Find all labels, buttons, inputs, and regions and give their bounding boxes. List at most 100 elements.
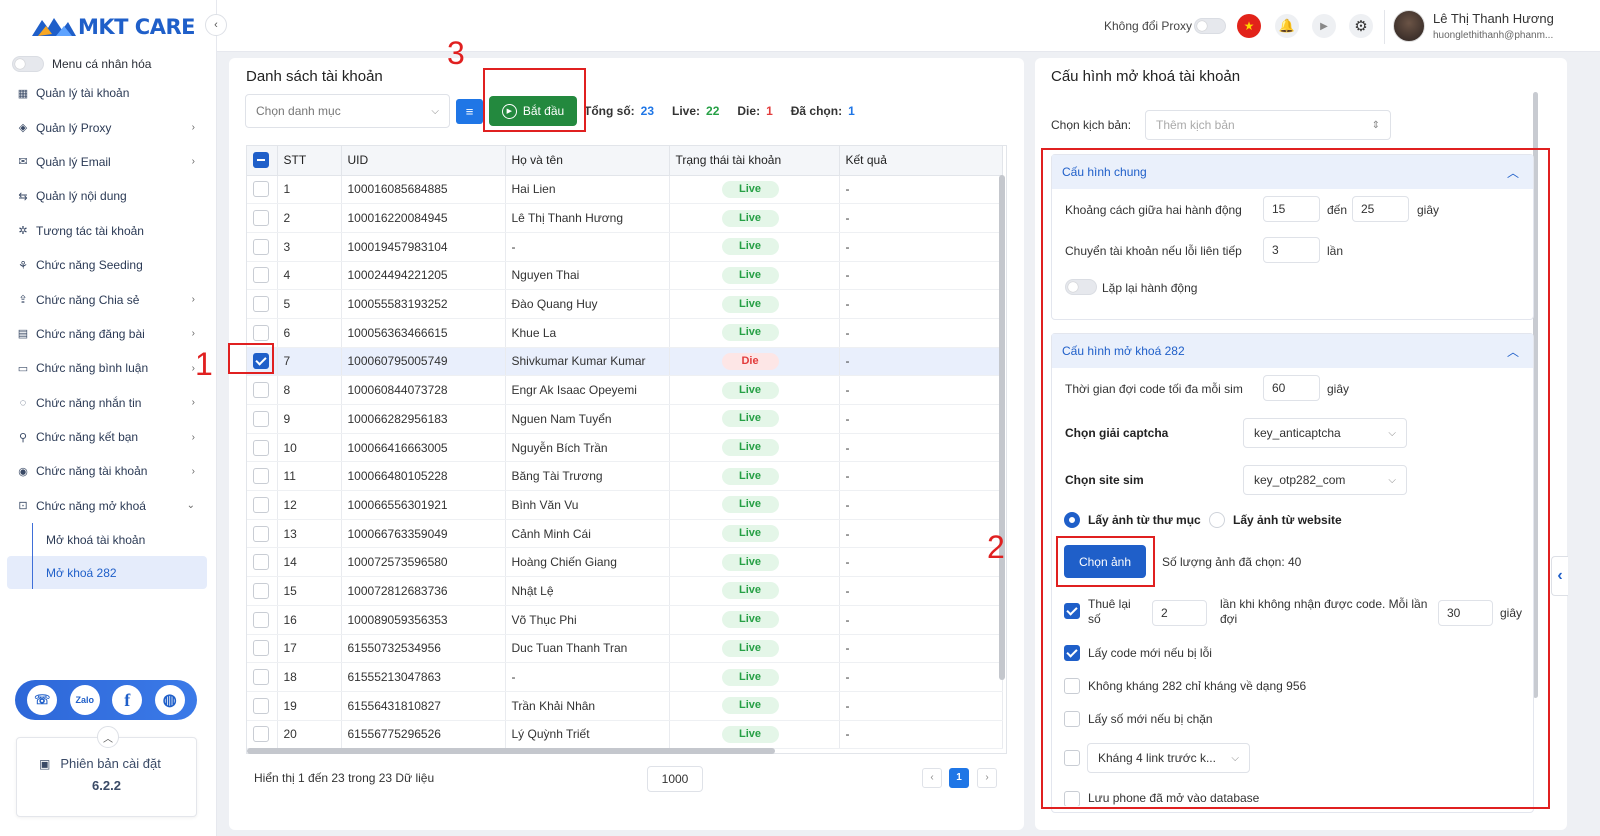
row-checkbox[interactable] [253, 669, 269, 686]
start-button[interactable]: ▶ Bắt đầu [489, 96, 577, 126]
row-checkbox[interactable] [253, 554, 269, 571]
row-checkbox[interactable] [253, 439, 269, 456]
row-checkbox[interactable] [253, 382, 269, 399]
row-checkbox[interactable] [253, 611, 269, 628]
table-row[interactable]: 2 100016220084945 Lê Thị Thanh Hương Live - [247, 203, 1003, 233]
proxy-toggle[interactable] [1194, 18, 1226, 34]
row-checkbox[interactable] [253, 496, 269, 513]
row-checkbox[interactable] [253, 267, 269, 284]
globe-icon[interactable]: ◍ [154, 685, 185, 715]
delay-to-input[interactable]: 25 [1352, 196, 1409, 222]
column-header[interactable]: Họ và tên [505, 146, 670, 176]
table-row[interactable]: 15 100072812683736 Nhật Lệ Live - [247, 576, 1003, 606]
table-row[interactable]: 8 100060844073728 Engr Ak Isaac Opeyemi Liv… [247, 375, 1003, 405]
table-row[interactable]: 13 100066763359049 Cảnh Minh Cái Live - [247, 519, 1003, 549]
column-header[interactable]: UID [341, 146, 506, 176]
sidebar-item[interactable]: ▭ Chức năng bình luận › [0, 351, 217, 385]
wait-code-input[interactable]: 60 [1263, 375, 1320, 401]
play-icon[interactable]: ▶ [1312, 14, 1336, 38]
personal-menu-toggle[interactable] [12, 56, 44, 72]
row-checkbox[interactable] [253, 210, 269, 227]
link-checkbox[interactable] [1064, 750, 1080, 766]
table-row[interactable]: 14 100072573596580 Hoàng Chiến Giang Live - [247, 547, 1003, 578]
table-row[interactable]: 3 100019457983104- Live - [247, 232, 1003, 262]
sidebar-subitem[interactable]: Mở khoá 282 [7, 556, 207, 590]
page-button-current[interactable]: 1 [949, 768, 969, 788]
sidebar-item[interactable]: ⚲ Chức năng kết bạn › [0, 420, 217, 454]
row-checkbox[interactable] [253, 353, 269, 370]
chevron-up-icon[interactable]: ︿ [97, 726, 119, 748]
new-code-checkbox[interactable] [1064, 645, 1080, 661]
switch-account-input[interactable]: 3 [1263, 237, 1320, 263]
avatar[interactable] [1393, 10, 1425, 42]
table-row[interactable]: 6 100056363466615 Khue La Live - [247, 318, 1003, 348]
sidebar-subitem[interactable]: Mở khoá tài khoản [0, 523, 217, 557]
sidebar-item[interactable]: ✉ Quản lý Email › [0, 145, 217, 179]
next-page-button[interactable]: › [977, 768, 997, 788]
link-select[interactable]: Kháng 4 link trước k... ⌵ [1087, 743, 1250, 773]
row-checkbox[interactable] [253, 697, 269, 714]
table-row[interactable]: 18 61555213047863- Live - [247, 662, 1003, 692]
sidebar-item[interactable]: ◉ Chức năng tài khoản › [0, 454, 217, 488]
table-row[interactable]: 17 61550732534956 Duc Tuan Thanh Tran Live - [247, 634, 1003, 664]
sidebar-item[interactable]: ◌ Chức năng nhắn tin › [0, 386, 217, 420]
sidebar-item[interactable]: ✲ Tương tác tài khoản [0, 214, 217, 248]
table-horizontal-scrollbar[interactable] [247, 748, 775, 754]
table-row[interactable]: 20 61556775296526 Lý Quỳnh Triết Live - [247, 720, 1003, 750]
new-number-checkbox[interactable] [1064, 711, 1080, 727]
row-checkbox[interactable] [253, 296, 269, 313]
page-size-input[interactable]: 1000 [647, 766, 703, 792]
sim-site-select[interactable]: key_otp282_com ⌵ [1243, 465, 1407, 495]
prev-page-button[interactable]: ‹ [922, 768, 942, 788]
radio-from-website[interactable] [1209, 512, 1225, 528]
row-checkbox[interactable] [253, 410, 269, 427]
table-row[interactable]: 19 61556431810827 Trần Khải Nhân Live - [247, 691, 1003, 721]
sidebar-item[interactable]: ⇪ Chức năng Chia sẻ › [0, 282, 217, 316]
table-row[interactable]: 11 100066480105228 Băng Tài Trương Live - [247, 461, 1003, 492]
script-select[interactable]: Thêm kịch bản ⇕ [1145, 110, 1391, 140]
save-phone-checkbox[interactable] [1064, 791, 1080, 806]
facebook-icon[interactable]: f [112, 685, 143, 715]
select-all-checkbox[interactable] [253, 152, 269, 169]
table-row[interactable]: 12 100066556301921 Bình Văn Vu Live - [247, 490, 1003, 520]
column-header[interactable]: STT [277, 146, 342, 176]
rent-number-input[interactable]: 2 [1152, 600, 1207, 626]
no-956-checkbox[interactable] [1064, 678, 1080, 694]
column-header[interactable]: Kết quả [839, 146, 1003, 176]
collapse-sidebar-button[interactable]: ‹ [205, 14, 227, 36]
zalo-icon[interactable]: Zalo [69, 685, 100, 715]
personal-menu-toggle-row[interactable]: Menu cá nhân hóa [12, 56, 151, 72]
sidebar-item[interactable]: ▦ Quản lý tài khoản [0, 76, 217, 110]
table-row[interactable]: 7 100060795005749 Shivkumar Kumar Kumar Die… [247, 347, 1003, 377]
choose-photo-button[interactable]: Chọn ảnh [1064, 545, 1146, 578]
gear-icon[interactable]: ⚙ [1349, 14, 1373, 38]
table-row[interactable]: 4 100024494221205 Nguyen Thai Live - [247, 261, 1003, 291]
unlock-282-header[interactable]: Cấu hình mở khoá 282 ︿ [1052, 334, 1533, 368]
sidebar-item[interactable]: ⚘ Chức năng Seeding [0, 248, 217, 282]
vietnam-flag-icon[interactable]: ★ [1237, 14, 1261, 38]
row-checkbox[interactable] [253, 640, 269, 657]
row-checkbox[interactable] [253, 582, 269, 599]
sidebar-item[interactable]: ⊡ Chức năng mở khoá ⌄ [0, 489, 217, 523]
repeat-action-toggle[interactable] [1065, 279, 1097, 295]
general-config-header[interactable]: Cấu hình chung ︿ [1052, 155, 1533, 189]
row-checkbox[interactable] [253, 468, 269, 485]
rent-number-checkbox[interactable] [1064, 603, 1080, 619]
row-checkbox[interactable] [253, 324, 269, 341]
category-select[interactable]: Chọn danh mục ⌵ [245, 94, 450, 128]
filter-button[interactable]: ≡ [456, 99, 483, 124]
radio-from-folder[interactable] [1064, 512, 1080, 528]
sidebar-item[interactable]: ▤ Chức năng đăng bài › [0, 317, 217, 351]
table-row[interactable]: 1 100016085684885 Hai Lien Live - [247, 175, 1003, 205]
sidebar-item[interactable]: ⇆ Quản lý nội dung [0, 179, 217, 213]
table-row[interactable]: 9 100066282956183 Nguen Nam Tuyển Live - [247, 404, 1003, 434]
sidebar-item[interactable]: ◈ Quản lý Proxy › [0, 110, 217, 144]
table-row[interactable]: 10 100066416663005 Nguyễn Bích Trần Live - [247, 433, 1003, 463]
bell-icon[interactable]: 🔔 [1275, 14, 1299, 38]
captcha-select[interactable]: key_anticaptcha ⌵ [1243, 418, 1407, 448]
row-checkbox[interactable] [253, 238, 269, 255]
side-panel-tab[interactable]: ‹ [1551, 556, 1568, 596]
support-icon[interactable]: ☏ [27, 685, 58, 715]
rent-wait-input[interactable]: 30 [1438, 600, 1493, 626]
column-header[interactable]: Trạng thái tài khoản [669, 146, 840, 176]
